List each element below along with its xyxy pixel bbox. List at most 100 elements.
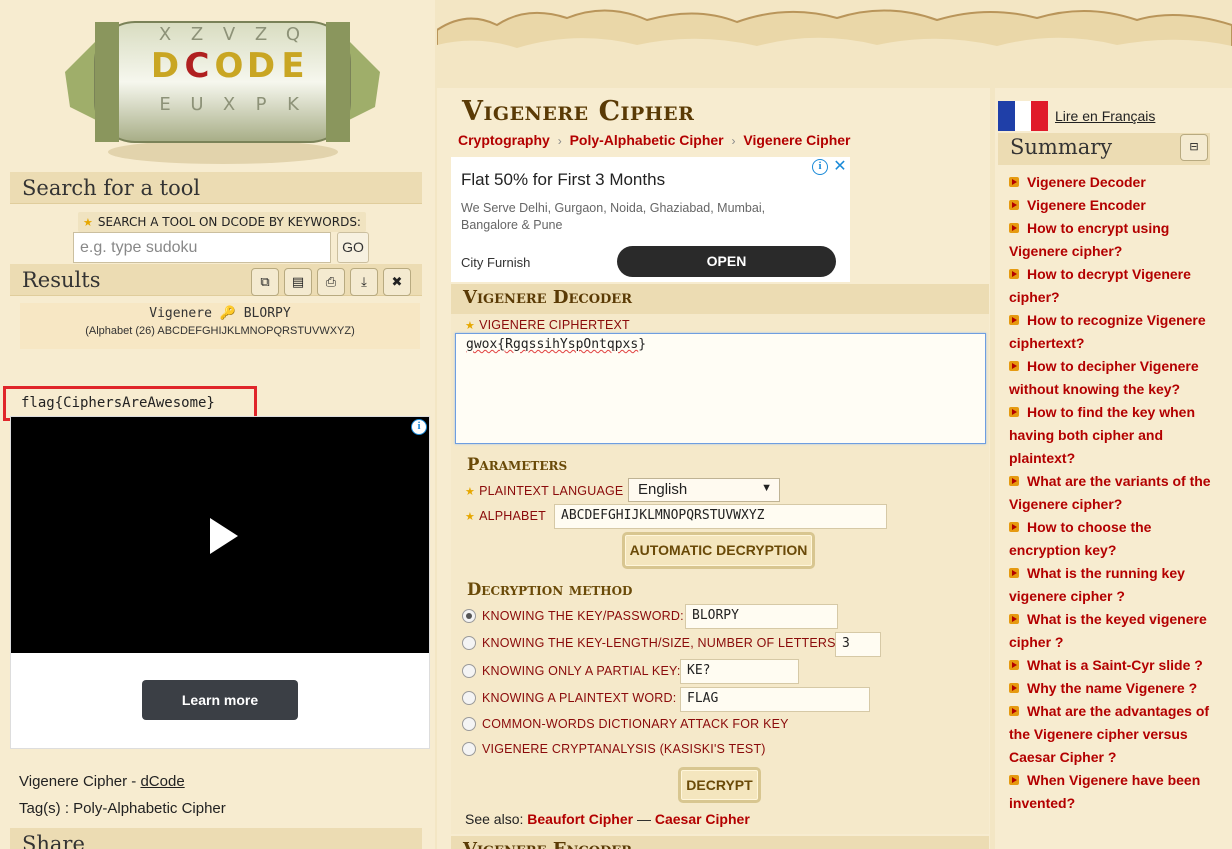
key-input[interactable]: BLORPY xyxy=(685,604,838,629)
radio-button[interactable] xyxy=(462,609,476,623)
beaufort-cipher-link[interactable]: Beaufort Cipher xyxy=(527,811,633,827)
summary-item[interactable]: How to choose the encryption key? xyxy=(1009,516,1224,562)
automatic-decryption-button[interactable]: AUTOMATIC DECRYPTION xyxy=(622,532,815,569)
summary-item-label: How to choose the encryption key? xyxy=(1009,519,1152,558)
bullet-arrow-icon xyxy=(1009,660,1019,670)
method-kasiski-label: VIGENERE CRYPTANALYSIS (KASISKI'S TEST) xyxy=(482,742,766,756)
alphabet-input[interactable]: ABCDEFGHIJKLMNOPQRSTUVWXYZ xyxy=(554,504,887,529)
svg-text:K: K xyxy=(287,94,300,115)
history-icon[interactable]: ▤ xyxy=(284,268,312,296)
radio-button[interactable] xyxy=(462,742,476,756)
summary-item-label: Vigenere Encoder xyxy=(1027,197,1146,213)
summary-item[interactable]: What is the running key vigenere cipher … xyxy=(1009,562,1224,608)
go-button[interactable]: GO xyxy=(337,232,369,263)
decrypt-button[interactable]: DECRYPT xyxy=(678,767,761,803)
bullet-arrow-icon xyxy=(1009,269,1019,279)
banner-ad[interactable]: Flat 50% for First 3 Months We Serve Del… xyxy=(451,157,850,282)
language-label: ★ PLAINTEXT LANGUAGE xyxy=(465,484,623,498)
summary-item[interactable]: What is a Saint-Cyr slide ? xyxy=(1009,654,1224,677)
method-dictionary-option[interactable]: COMMON-WORDS DICTIONARY ATTACK FOR KEY xyxy=(462,717,789,731)
ciphertext-suffix: } xyxy=(638,337,647,352)
video-player[interactable] xyxy=(11,417,429,653)
svg-text:X: X xyxy=(159,24,171,45)
summary-item[interactable]: What is the keyed vigenere cipher ? xyxy=(1009,608,1224,654)
svg-text:C: C xyxy=(185,46,210,86)
key-length-input[interactable]: 3 xyxy=(835,632,881,657)
plaintext-word-input[interactable]: FLAG xyxy=(680,687,870,712)
summary-item[interactable]: How to recognize Vigenere ciphertext? xyxy=(1009,309,1224,355)
radio-button[interactable] xyxy=(462,664,476,678)
method-key-option[interactable]: KNOWING THE KEY/PASSWORD: xyxy=(462,609,684,623)
summary-item[interactable]: Why the name Vigenere ? xyxy=(1009,677,1224,700)
search-input[interactable] xyxy=(73,232,331,263)
ad-close-icon[interactable]: ✕ xyxy=(832,158,848,174)
summary-item[interactable]: When Vigenere have been invented? xyxy=(1009,769,1224,815)
summary-item[interactable]: How to decrypt Vigenere cipher? xyxy=(1009,263,1224,309)
ciphertext-prefix: gwox{ xyxy=(466,337,506,352)
summary-item-label: What is the running key vigenere cipher … xyxy=(1009,565,1185,604)
credit-text: Vigenere Cipher - xyxy=(19,773,141,790)
summary-item[interactable]: Vigenere Encoder xyxy=(1009,194,1224,217)
learn-more-button[interactable]: Learn more xyxy=(142,680,298,720)
bullet-arrow-icon xyxy=(1009,476,1019,486)
summary-item-label: How to recognize Vigenere ciphertext? xyxy=(1009,312,1206,351)
summary-item[interactable]: How to decipher Vigenere without knowing… xyxy=(1009,355,1224,401)
play-icon[interactable] xyxy=(210,518,238,554)
summary-item[interactable]: Vigenere Decoder xyxy=(1009,171,1224,194)
download-icon[interactable]: ⤓ xyxy=(350,268,378,296)
dropdown-arrow-icon: ▼ xyxy=(761,482,772,494)
language-select[interactable]: English ▼ xyxy=(628,478,780,502)
caesar-cipher-link[interactable]: Caesar Cipher xyxy=(655,811,750,827)
bullet-arrow-icon xyxy=(1009,361,1019,371)
close-icon[interactable]: ✖ xyxy=(383,268,411,296)
radio-button[interactable] xyxy=(462,717,476,731)
french-flag-icon[interactable] xyxy=(998,101,1049,131)
ad-info-icon[interactable]: i xyxy=(812,159,828,175)
ad-title[interactable]: Flat 50% for First 3 Months xyxy=(461,170,665,190)
breadcrumb-vigenere[interactable]: Vigenere Cipher xyxy=(743,132,850,148)
method-plaintext-word-option[interactable]: KNOWING A PLAINTEXT WORD: xyxy=(462,691,676,705)
copy-icon[interactable]: ⧉ xyxy=(251,268,279,296)
breadcrumb-poly-alphabetic[interactable]: Poly-Alphabetic Cipher xyxy=(570,132,724,148)
bullet-arrow-icon xyxy=(1009,223,1019,233)
video-ad[interactable]: i Learn more xyxy=(10,416,430,749)
result-alphabet-line: (Alphabet (26) ABCDEFGHIJKLMNOPQRSTUVWXY… xyxy=(85,325,355,337)
star-icon: ★ xyxy=(465,486,476,498)
bullet-arrow-icon xyxy=(1009,407,1019,417)
dcode-logo[interactable]: D C O D E XZVZQ EUXPK xyxy=(55,2,390,170)
ciphertext-textarea[interactable]: gwox{RgqssihYspOntqpxs} xyxy=(455,333,986,444)
star-icon: ★ xyxy=(83,216,93,229)
method-partial-key-option[interactable]: KNOWING ONLY A PARTIAL KEY: xyxy=(462,664,681,678)
summary-item-label: What is a Saint-Cyr slide ? xyxy=(1027,657,1203,673)
summary-item[interactable]: How to find the key when having both cip… xyxy=(1009,401,1224,470)
summary-item[interactable]: How to encrypt using Vigenere cipher? xyxy=(1009,217,1224,263)
result-box: Vigenere 🔑 BLORPY (Alphabet (26) ABCDEFG… xyxy=(20,303,420,349)
svg-text:O: O xyxy=(215,46,244,86)
radio-button[interactable] xyxy=(462,636,476,650)
page-credit: Vigenere Cipher - dCode xyxy=(19,773,185,790)
dcode-link[interactable]: dCode xyxy=(140,773,184,790)
bullet-arrow-icon xyxy=(1009,775,1019,785)
print-icon[interactable]: ⎙ xyxy=(317,268,345,296)
radio-button[interactable] xyxy=(462,691,476,705)
summary-collapse-icon[interactable]: ⊟ xyxy=(1180,134,1208,161)
ad-description: We Serve Delhi, Gurgaon, Noida, Ghaziaba… xyxy=(461,201,766,232)
breadcrumb-cryptography[interactable]: Cryptography xyxy=(458,132,550,148)
encoder-heading: Vigenere Encoder xyxy=(451,836,989,849)
summary-item[interactable]: What are the advantages of the Vigenere … xyxy=(1009,700,1224,769)
summary-item[interactable]: What are the variants of the Vigenere ci… xyxy=(1009,470,1224,516)
method-plaintext-word-label: KNOWING A PLAINTEXT WORD: xyxy=(482,691,677,705)
ad-info-icon[interactable]: i xyxy=(411,419,427,435)
see-also-separator: — xyxy=(633,811,655,827)
svg-text:E: E xyxy=(159,94,170,115)
method-key-length-option[interactable]: KNOWING THE KEY-LENGTH/SIZE, NUMBER OF L… xyxy=(462,636,839,650)
french-language-link[interactable]: Lire en Français xyxy=(1055,108,1155,124)
summary-item-label: How to find the key when having both cip… xyxy=(1009,404,1196,466)
ad-open-button[interactable]: OPEN xyxy=(617,246,836,277)
star-icon: ★ xyxy=(465,511,476,523)
see-also-label: See also: xyxy=(465,811,528,827)
bullet-arrow-icon xyxy=(1009,614,1019,624)
method-kasiski-option[interactable]: VIGENERE CRYPTANALYSIS (KASISKI'S TEST) xyxy=(462,742,766,756)
partial-key-input[interactable]: KE? xyxy=(680,659,799,684)
alphabet-label: ★ ALPHABET xyxy=(465,509,546,523)
